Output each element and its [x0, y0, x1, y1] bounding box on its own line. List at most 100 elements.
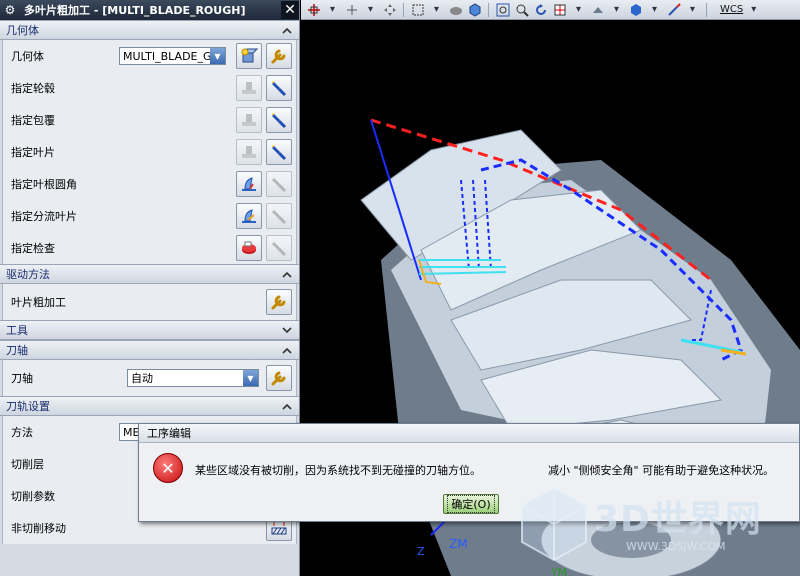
chevron-down-icon[interactable]: ▼ [243, 370, 258, 386]
panel-title: 多叶片粗加工 - [MULTI_BLADE_ROUGH] [24, 4, 246, 17]
edit-section-icon[interactable] [665, 2, 682, 18]
zoom-icon[interactable] [513, 2, 530, 18]
section-title-tool: 工具 [6, 324, 28, 337]
splitter-icon [242, 209, 256, 223]
section-title-geometry: 几何体 [6, 24, 39, 37]
select-blade-button[interactable] [236, 139, 262, 165]
blend-label: 指定叶根圆角 [11, 178, 77, 191]
geometry-row: 几何体 MULTI_BLADE_G ▼ [3, 40, 296, 72]
section-header-geometry[interactable]: 几何体 [0, 20, 299, 40]
axis-row: 刀轴 自动 ▼ [3, 360, 296, 396]
drive-row: 叶片粗加工 [3, 284, 296, 320]
toolbar-separator [706, 2, 707, 17]
cube-icon[interactable] [466, 2, 483, 18]
fit-view-icon[interactable] [494, 2, 511, 18]
display-hub-button[interactable] [266, 75, 292, 101]
hub-label: 指定轮毂 [11, 82, 55, 95]
splitter-row: 指定分流叶片 [3, 200, 296, 232]
axis-z-label: Z [417, 545, 425, 558]
wrench-icon [271, 295, 286, 310]
view-orient-icon[interactable] [551, 2, 568, 18]
flashlight-icon [272, 210, 287, 225]
dialog-message: 某些区域没有被切削，因为系统找不到无碰撞的刀轴方位。 [195, 464, 481, 477]
select-shroud-button[interactable] [236, 107, 262, 133]
panel-title-bar: ⚙ 多叶片粗加工 - [MULTI_BLADE_ROUGH] ✕ [0, 0, 299, 20]
shroud-icon [242, 114, 256, 126]
section-header-path[interactable]: 刀轨设置 [0, 396, 299, 416]
box-select-icon[interactable] [409, 2, 426, 18]
chevron-down-icon[interactable]: ▾ [745, 2, 762, 18]
section-body-drive: 叶片粗加工 [2, 284, 297, 320]
new-geometry-button[interactable] [236, 43, 262, 69]
display-check-button[interactable] [266, 235, 292, 261]
select-hub-button[interactable] [236, 75, 262, 101]
select-blend-button[interactable] [236, 171, 262, 197]
chevron-down-icon[interactable]: ▾ [570, 2, 587, 18]
drive-label: 叶片粗加工 [11, 296, 66, 309]
wrench-icon [271, 371, 286, 386]
section-header-tool[interactable]: 工具 [0, 320, 299, 340]
blade-blend-icon [242, 177, 256, 191]
section-header-drive[interactable]: 驱动方法 [0, 264, 299, 284]
section-body-geometry: 几何体 MULTI_BLADE_G ▼ 指定轮毂 指定包覆 指定叶片 指定叶根圆… [2, 40, 297, 264]
edit-axis-button[interactable] [266, 365, 292, 391]
toolbar-separator [488, 2, 489, 17]
select-splitter-button[interactable] [236, 203, 262, 229]
point-icon[interactable] [343, 2, 360, 18]
section-header-axis[interactable]: 刀轴 [0, 340, 299, 360]
chevron-up-icon[interactable] [279, 266, 295, 282]
rotate-icon[interactable] [532, 2, 549, 18]
blend-row: 指定叶根圆角 [3, 168, 296, 200]
blade-icon [242, 146, 256, 158]
edit-drive-button[interactable] [266, 289, 292, 315]
operation-edit-error-dialog: 工序编辑 ✕ 某些区域没有被切削，因为系统找不到无碰撞的刀轴方位。 减小 "侧倾… [138, 423, 800, 522]
section-body-axis: 刀轴 自动 ▼ [2, 360, 297, 396]
geometry-select[interactable]: MULTI_BLADE_G ▼ [119, 47, 226, 65]
chevron-down-icon[interactable]: ▾ [324, 2, 341, 18]
axis-select[interactable]: 自动 ▼ [127, 369, 259, 387]
render-style-icon[interactable] [589, 2, 606, 18]
flashlight-icon [272, 242, 287, 257]
shroud-row: 指定包覆 [3, 104, 296, 136]
select-check-button[interactable] [236, 235, 262, 261]
chevron-down-icon[interactable]: ▾ [646, 2, 663, 18]
chevron-up-icon[interactable] [279, 22, 295, 38]
chevron-up-icon[interactable] [279, 398, 295, 414]
flashlight-icon [272, 113, 287, 129]
display-blade-button[interactable] [266, 139, 292, 165]
display-shroud-button[interactable] [266, 107, 292, 133]
blade-label: 指定叶片 [11, 146, 55, 159]
display-blend-button[interactable] [266, 171, 292, 197]
toolbar-separator [403, 2, 404, 17]
section-title-drive: 驱动方法 [6, 268, 50, 281]
snap-point-icon[interactable] [305, 2, 322, 18]
axis-ym-label: YM [550, 566, 567, 576]
close-icon[interactable]: ✕ [281, 1, 299, 19]
move-icon[interactable] [381, 2, 398, 18]
wcs-menu[interactable]: WCS [720, 4, 743, 15]
gear-icon[interactable]: ⚙ [2, 2, 18, 18]
chevron-down-icon[interactable]: ▾ [608, 2, 625, 18]
hub-row: 指定轮毂 [3, 72, 296, 104]
new-geometry-icon [241, 48, 258, 63]
chevron-down-icon[interactable]: ▼ [210, 48, 225, 64]
ok-button-label: 确定(O) [447, 495, 495, 513]
chevron-down-icon[interactable]: ▾ [428, 2, 445, 18]
noncut-moves-label: 非切削移动 [11, 522, 66, 535]
app-window: ⚙ 多叶片粗加工 - [MULTI_BLADE_ROUGH] ✕ 几何体 几何体… [0, 0, 800, 576]
edit-geometry-button[interactable] [266, 43, 292, 69]
axis-zm-label: ZM [449, 537, 468, 551]
chevron-down-icon[interactable] [279, 322, 295, 338]
ok-button[interactable]: 确定(O) [443, 494, 499, 514]
wrench-icon [271, 49, 286, 64]
display-splitter-button[interactable] [266, 203, 292, 229]
layer-cube-icon[interactable] [627, 2, 644, 18]
shaded-icon[interactable] [447, 2, 464, 18]
section-title-axis: 刀轴 [6, 344, 28, 357]
chevron-down-icon[interactable]: ▾ [684, 2, 701, 18]
dialog-title: 工序编辑 [139, 424, 799, 443]
chevron-up-icon[interactable] [279, 342, 295, 358]
dialog-hint: 减小 "侧倾安全角" 可能有助于避免这种状况。 [548, 464, 775, 477]
chevron-down-icon[interactable]: ▾ [362, 2, 379, 18]
hub-icon [242, 82, 256, 94]
